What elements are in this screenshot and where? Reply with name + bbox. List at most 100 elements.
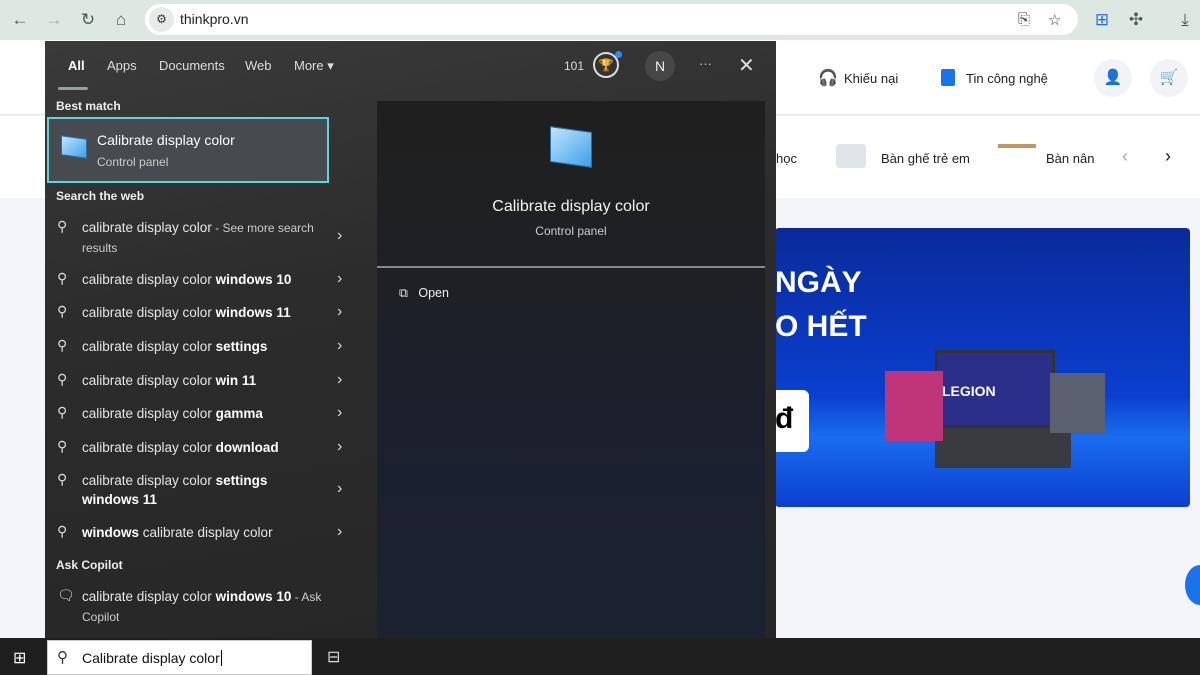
- taskbar-search-input[interactable]: ⚲ Calibrate display color: [47, 640, 312, 675]
- prev-arrow-icon[interactable]: ‹: [1122, 146, 1128, 167]
- chat-icon: 🗨: [57, 587, 75, 603]
- chevron-right-icon[interactable]: ›: [337, 303, 342, 321]
- result-bold: win 11: [215, 373, 257, 388]
- category-item[interactable]: Bàn nân: [1046, 151, 1094, 166]
- category-item[interactable]: học: [776, 151, 797, 166]
- promo-banner[interactable]: NGÀY O HẾT đ LEGION: [775, 228, 1190, 507]
- chevron-right-icon[interactable]: ›: [337, 227, 342, 245]
- reload-icon[interactable]: ↻: [76, 8, 100, 32]
- web-result-item[interactable]: ⚲ calibrate display color settings window…: [53, 471, 353, 511]
- kids-desk-image: [836, 144, 866, 168]
- windows-start-icon[interactable]: ⊞: [13, 648, 26, 668]
- display-monitor-icon: [550, 126, 592, 168]
- more-options-icon[interactable]: ···: [699, 56, 712, 71]
- install-icon[interactable]: ⎘: [1018, 11, 1030, 28]
- result-text: calibrate display color: [82, 440, 216, 455]
- tab-documents[interactable]: Documents: [159, 58, 225, 73]
- search-icon: ⚲: [57, 303, 68, 319]
- best-match-item[interactable]: Calibrate display color Control panel: [47, 117, 329, 183]
- search-icon: ⚲: [57, 270, 68, 286]
- chevron-right-icon[interactable]: ›: [337, 270, 342, 288]
- browser-toolbar: ← → ↻ ⌂ ⚙ thinkpro.vn ⎘ ☆ ⊞ ✣ ⤓: [0, 0, 1200, 40]
- laptop-image: [1050, 373, 1105, 433]
- home-icon[interactable]: ⌂: [109, 8, 133, 32]
- best-match-heading: Best match: [56, 99, 121, 113]
- category-item[interactable]: Bàn ghế trẻ em: [881, 151, 970, 166]
- laptop-image: [885, 371, 943, 441]
- windows-search-panel: All Apps Documents Web More ▾ 101 🏆 N ··…: [45, 41, 776, 638]
- tab-web[interactable]: Web: [245, 58, 272, 73]
- banner-line1: NGÀY: [775, 266, 862, 299]
- caret-down-icon: ▾: [327, 58, 334, 73]
- result-bold: windows 11: [215, 305, 291, 320]
- best-match-subtitle: Control panel: [97, 155, 169, 169]
- search-icon: ⚲: [57, 371, 68, 387]
- result-text: calibrate display color: [82, 473, 216, 488]
- news-icon: [941, 69, 955, 86]
- result-bold: windows: [82, 525, 139, 540]
- copilot-item[interactable]: 🗨 calibrate display color windows 10 - As…: [53, 587, 353, 627]
- chevron-right-icon[interactable]: ›: [337, 438, 342, 456]
- task-view-icon[interactable]: ⊟: [327, 647, 340, 667]
- close-icon[interactable]: ✕: [738, 53, 755, 78]
- tab-more[interactable]: More ▾: [294, 58, 334, 74]
- result-text: calibrate display color: [82, 305, 216, 320]
- next-arrow-icon[interactable]: ›: [1165, 146, 1171, 167]
- chevron-right-icon[interactable]: ›: [337, 480, 342, 498]
- site-settings-icon[interactable]: ⚙: [149, 7, 174, 32]
- user-icon[interactable]: 👤: [1094, 59, 1132, 97]
- back-icon[interactable]: ←: [8, 8, 32, 32]
- search-icon: ⚲: [57, 471, 68, 487]
- chevron-right-icon[interactable]: ›: [337, 404, 342, 422]
- laptop-brand: LEGION: [942, 383, 996, 399]
- open-label: Open: [418, 286, 449, 300]
- tab-apps[interactable]: Apps: [107, 58, 137, 73]
- download-icon[interactable]: ⤓: [1173, 8, 1197, 32]
- web-result-item[interactable]: ⚲ calibrate display color - See more sear…: [53, 218, 353, 258]
- banner-line2: O HẾT: [775, 310, 867, 343]
- result-text: calibrate display color: [82, 589, 216, 604]
- open-action[interactable]: ⧉ Open: [399, 286, 449, 301]
- divider: [377, 266, 765, 268]
- result-text: calibrate display color: [82, 339, 216, 354]
- banner-badge: đ: [775, 390, 809, 452]
- laptop-keyboard: [935, 428, 1071, 468]
- search-query: Calibrate display color: [82, 650, 222, 666]
- preview-pane: Calibrate display color Control panel ⧉ …: [377, 101, 765, 638]
- rewards-points: 101: [564, 59, 585, 73]
- translate-icon[interactable]: ⊞: [1090, 8, 1114, 32]
- result-text: calibrate display color: [139, 525, 273, 540]
- best-match-title: Calibrate display color: [97, 132, 235, 148]
- result-bold: download: [215, 440, 279, 455]
- display-monitor-icon: [61, 135, 87, 159]
- result-text: calibrate display color: [82, 272, 216, 287]
- forward-icon[interactable]: →: [42, 8, 66, 32]
- extensions-icon[interactable]: ✣: [1124, 8, 1148, 32]
- result-text: calibrate display color: [82, 220, 212, 235]
- complaints-link[interactable]: Khiếu nại: [844, 71, 898, 86]
- active-tab-indicator: [58, 87, 88, 90]
- desk-image: [998, 144, 1036, 148]
- laptop-image: LEGION: [935, 350, 1055, 428]
- address-bar[interactable]: ⚙ thinkpro.vn ⎘ ☆: [145, 4, 1078, 35]
- chevron-right-icon[interactable]: ›: [337, 523, 342, 541]
- preview-title: Calibrate display color: [492, 198, 650, 215]
- search-icon: ⚲: [57, 523, 68, 539]
- tab-all[interactable]: All: [68, 58, 85, 73]
- notification-dot: [615, 51, 622, 58]
- search-icon: ⚲: [57, 337, 68, 353]
- result-bold: gamma: [215, 406, 263, 421]
- tab-more-label: More: [294, 58, 324, 73]
- chevron-right-icon[interactable]: ›: [337, 371, 342, 389]
- tech-news-link[interactable]: Tin công nghệ: [966, 71, 1048, 86]
- search-icon: ⚲: [57, 438, 68, 454]
- avatar[interactable]: N: [645, 51, 675, 81]
- result-bold: settings: [215, 339, 268, 354]
- search-web-heading: Search the web: [56, 189, 145, 203]
- result-bold: windows 10: [215, 589, 292, 604]
- bookmark-star-icon[interactable]: ☆: [1048, 11, 1061, 29]
- open-external-icon: ⧉: [399, 286, 408, 300]
- preview-subtitle: Control panel: [535, 224, 607, 238]
- chevron-right-icon[interactable]: ›: [337, 337, 342, 355]
- cart-icon[interactable]: 🛒: [1150, 59, 1188, 97]
